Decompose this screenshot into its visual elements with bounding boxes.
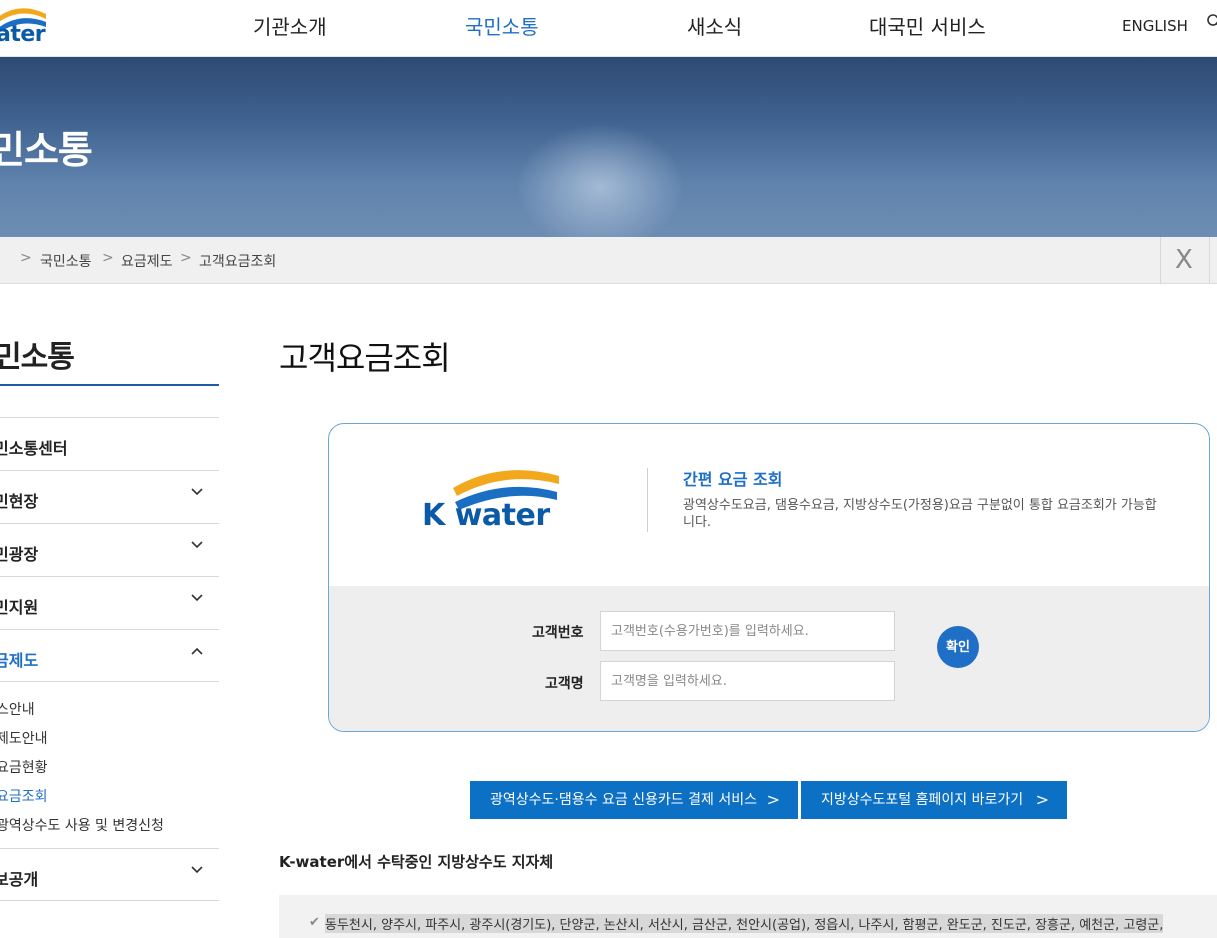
chevron-right-icon: > xyxy=(1035,790,1049,809)
sidebar-item-label: 민광장 xyxy=(0,545,39,564)
nav-news[interactable]: 새소식 xyxy=(687,11,742,40)
chevron-down-icon xyxy=(191,541,203,549)
sub-item-fee-status[interactable]: 요금현황 xyxy=(0,757,48,777)
nav-about[interactable]: 기관소개 xyxy=(253,11,327,40)
breadcrumb-item-fee-lookup[interactable]: 고객요금조회 xyxy=(199,251,276,271)
hero-banner: 민소통 xyxy=(0,57,1217,237)
chevron-right-icon: > xyxy=(20,250,32,266)
page-title: 고객요금조회 xyxy=(279,339,451,377)
chevron-down-icon xyxy=(191,488,203,496)
customer-name-label: 고객명 xyxy=(545,676,584,692)
sidebar-item-label: 보공개 xyxy=(0,870,39,889)
chevron-up-icon xyxy=(191,647,203,655)
sidebar-item-center[interactable]: 민소통센터 xyxy=(0,417,219,470)
divider xyxy=(647,468,648,532)
sidebar-item-label: 민소통센터 xyxy=(0,439,68,458)
sub-item-fee-lookup[interactable]: 요금조회 xyxy=(0,786,48,806)
site-header: ater 기관소개 국민소통 새소식 대국민 서비스 ENGLISH xyxy=(0,0,1217,57)
sidebar-item-label: 금제도 xyxy=(0,651,39,670)
sub-item-system-guide[interactable]: 제도안내 xyxy=(0,728,48,748)
sidebar-title: 민소통 xyxy=(0,340,75,375)
region-list-text: 동두천시, 양주시, 파주시, 광주시(경기도), 단양군, 논산시, 서산시,… xyxy=(325,914,1164,933)
chevron-right-icon: > xyxy=(766,790,780,809)
kwater-logo-text: K water xyxy=(422,498,550,533)
sidebar-item-label: 민지원 xyxy=(0,598,39,617)
sidebar-item-field[interactable]: 민현장 xyxy=(0,470,219,523)
nav-communication[interactable]: 국민소통 xyxy=(465,11,539,40)
quick-fee-lookup-panel: K water 간편 요금 조회 광역상수도요금, 댐용수요금, 지방상수도(가… xyxy=(328,423,1210,732)
card-payment-button[interactable]: 광역상수도·댐용수 요금 신용카드 결제 서비스 > xyxy=(470,781,798,819)
submit-button[interactable]: 확인 xyxy=(937,626,979,668)
customer-number-label: 고객번호 xyxy=(532,625,584,641)
nav-public-service[interactable]: 대국민 서비스 xyxy=(869,11,986,40)
chevron-down-icon xyxy=(191,866,203,874)
breadcrumb-close-button[interactable]: X xyxy=(1160,237,1210,284)
customer-number-input[interactable] xyxy=(600,611,895,651)
check-icon: ✔ xyxy=(309,915,320,930)
region-list: ✔ 동두천시, 양주시, 파주시, 광주시(경기도), 단양군, 논산시, 서산… xyxy=(279,895,1217,938)
sub-item-service-guide[interactable]: 스안내 xyxy=(0,699,35,719)
sidebar-item-label: 민현장 xyxy=(0,492,39,511)
quick-lookup-title: 간편 요금 조회 xyxy=(683,470,783,489)
sidebar-item-fee-system[interactable]: 금제도 xyxy=(0,629,219,682)
sidebar-title-underline xyxy=(0,384,219,386)
sidebar-item-plaza[interactable]: 민광장 xyxy=(0,523,219,576)
banner-title: 민소통 xyxy=(0,128,93,172)
english-link[interactable]: ENGLISH xyxy=(1122,17,1188,35)
chevron-right-icon: > xyxy=(180,250,192,266)
sub-item-usage-change[interactable]: 광역상수도 사용 및 변경신청 xyxy=(0,815,164,835)
local-water-portal-button[interactable]: 지방상수도포털 홈페이지 바로가기 > xyxy=(801,781,1067,819)
sidebar-item-disclosure[interactable]: 보공개 xyxy=(0,848,219,901)
sidebar-item-support[interactable]: 민지원 xyxy=(0,576,219,629)
logo-text[interactable]: ater xyxy=(0,22,46,47)
button-label: 지방상수도포털 홈페이지 바로가기 xyxy=(821,792,1024,808)
chevron-down-icon xyxy=(191,594,203,602)
lookup-form: 고객번호 고객명 확인 xyxy=(329,586,1209,731)
customer-name-input[interactable] xyxy=(600,661,895,701)
breadcrumb: > 국민소통 > 요금제도 > 고객요금조회 X xyxy=(0,237,1217,284)
quick-lookup-description: 광역상수도요금, 댐용수요금, 지방상수도(가정용)요금 구분없이 통합 요금조… xyxy=(683,498,1157,530)
chevron-right-icon: > xyxy=(102,250,114,266)
button-label: 광역상수도·댐용수 요금 신용카드 결제 서비스 xyxy=(490,792,757,808)
close-icon: X xyxy=(1175,245,1193,275)
section-title: K-water에서 수탁중인 지방상수도 지자체 xyxy=(279,853,554,871)
breadcrumb-item-fee-system[interactable]: 요금제도 xyxy=(121,251,173,271)
search-icon[interactable] xyxy=(1207,14,1217,30)
breadcrumb-item-communication[interactable]: 국민소통 xyxy=(40,251,92,271)
